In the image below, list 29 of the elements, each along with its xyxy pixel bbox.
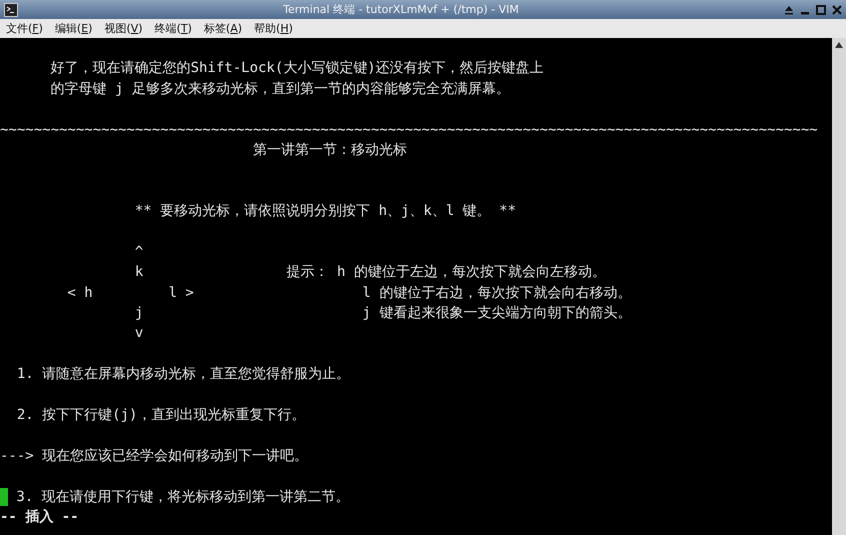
close-icon[interactable] (832, 4, 842, 14)
scrollbar[interactable] (832, 38, 846, 535)
terminal-line: 的字母键 j 足够多次来移动光标，直到第一节的内容能够完全充满屏幕。 (50, 80, 510, 99)
terminal-line: 好了，现在请确定您的Shift-Lock(大小写锁定键)还没有按下，然后按键盘上 (50, 59, 544, 78)
terminal-line: ** 要移动光标，请依照说明分别按下 h、j、k、l 键。 ** (134, 202, 516, 222)
shade-icon[interactable] (784, 4, 794, 14)
mode-indicator: -- 插入 -- (0, 508, 79, 527)
menu-item[interactable]: 编辑(E) (54, 21, 92, 36)
terminal-line: 3. 现在请使用下行键，将光标移动到第一讲第二节。 (15, 488, 350, 507)
scroll-up-icon[interactable] (835, 42, 843, 48)
terminal-line: k 提示： h 的键位于左边，每次按下就会向左移动。 (134, 263, 606, 282)
terminal-line: 2. 按下下行键(j)，直到出现光标重复下行。 (16, 406, 306, 426)
menu-item[interactable]: 帮助(H) (254, 21, 293, 36)
terminal-line: 1. 请随意在屏幕内移动光标，直至您觉得舒服为止。 (16, 365, 350, 384)
menu-item[interactable]: 终端(T) (154, 21, 192, 36)
menu-item[interactable]: 标签(A) (204, 21, 242, 36)
terminal-line: j j 键看起来很象一支尖端方向朝下的箭头。 (134, 304, 632, 324)
terminal-line: 第一讲第一节：移动光标 (252, 140, 407, 160)
window-title: Terminal 终端 - tutorXLmMvf + (/tmp) - VIM (282, 2, 520, 17)
terminal-icon[interactable] (4, 2, 18, 16)
maximize-icon[interactable] (816, 4, 826, 14)
terminal-line: ---> 现在您应该已经学会如何移动到下一讲吧。 (0, 446, 308, 466)
text-cursor (0, 488, 8, 506)
menu-item[interactable]: 文件(F) (6, 21, 43, 36)
terminal-line: ~~~~~~~~~~~~~~~~~~~~~~~~~~~~~~~~~~~~~~~~~~~~~~~~~~~~~~~~~~~~~~~~~~~~~~~~~~~~~~~~~~~~~~~~~~~~~~~~~ (0, 120, 818, 140)
terminal-line: ^ (134, 242, 144, 262)
terminal-line: v (134, 324, 144, 344)
terminal-line: < h l > l 的键位于右边，每次按下就会向右移动。 (66, 284, 632, 303)
menu-item[interactable]: 视图(V) (104, 21, 143, 36)
